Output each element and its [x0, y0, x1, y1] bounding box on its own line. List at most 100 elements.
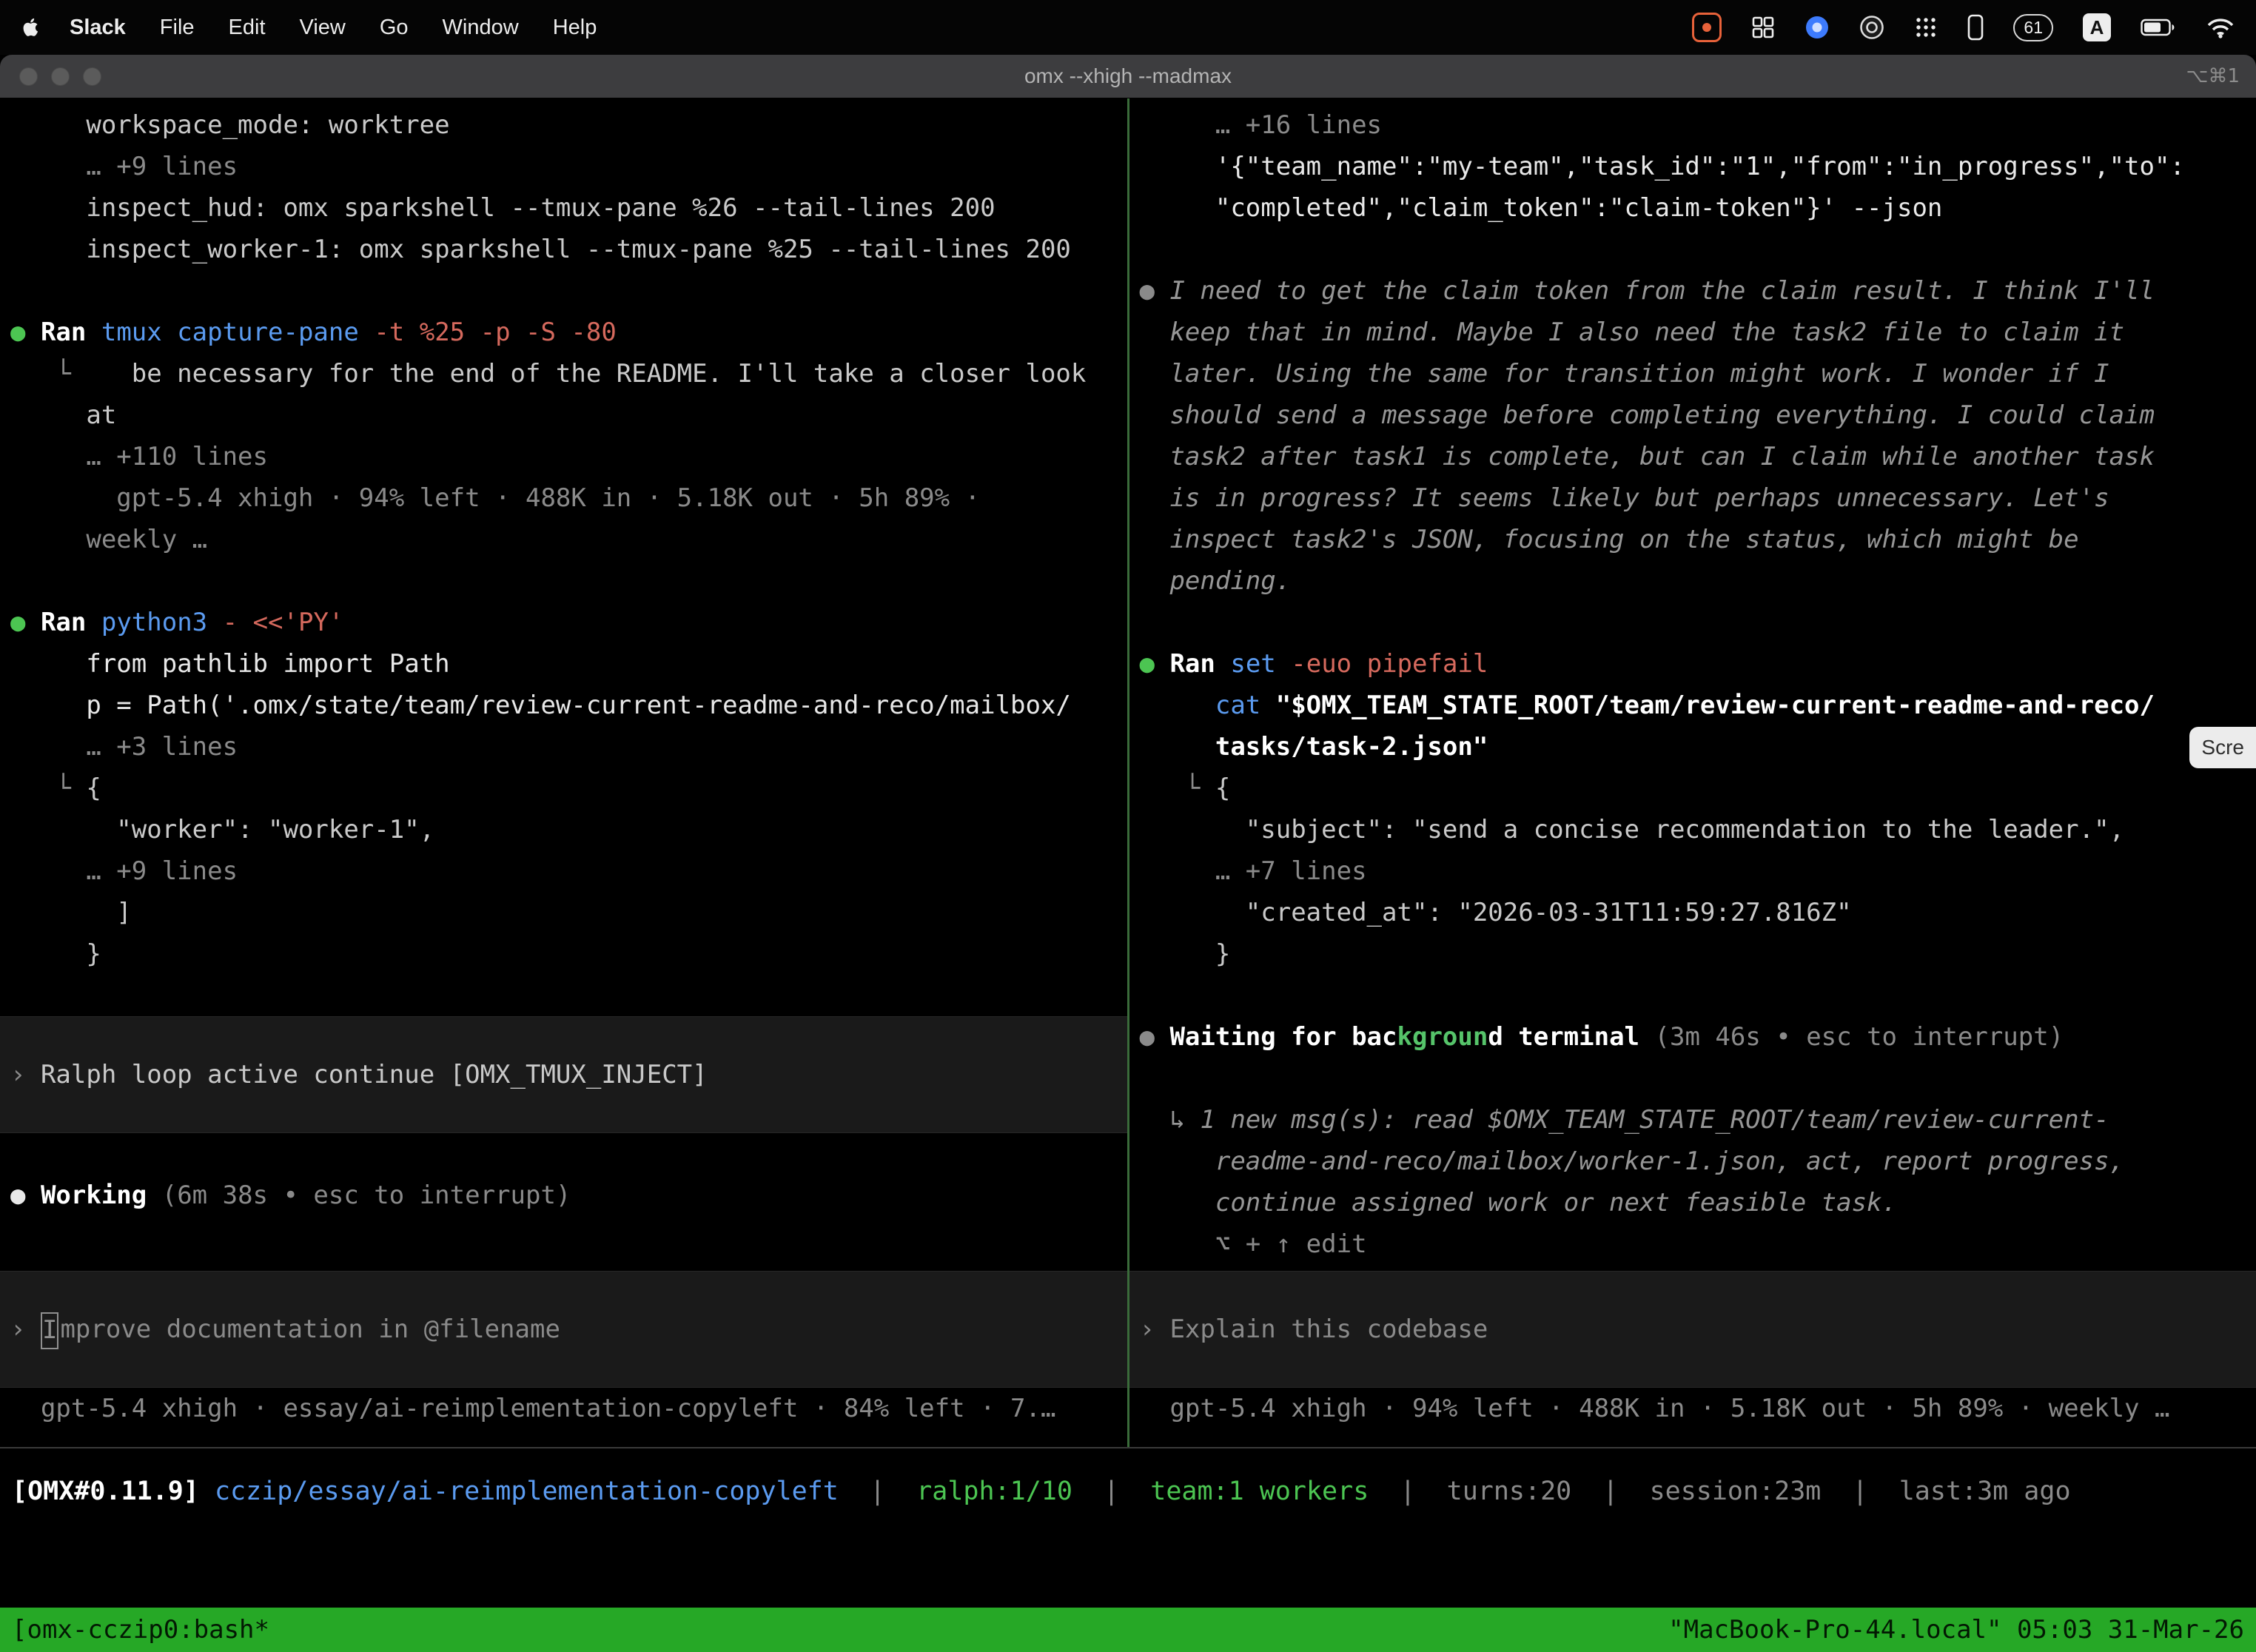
spacer: [0, 975, 1127, 1016]
text-segment: readme-and-reco/mailbox/worker-1.json, a…: [1140, 1146, 2125, 1176]
text-segment: -euo pipefail: [1276, 649, 1488, 679]
prompt-band[interactable]: › Explain this codebase: [1129, 1271, 2256, 1388]
left-pane-bottom: › Improve documentation in @filename gpt…: [0, 1271, 1127, 1429]
terminal-line: continue assigned work or next feasible …: [1129, 1182, 2256, 1223]
terminal-line: ↳ 1 new msg(s): read $OMX_TEAM_STATE_ROO…: [1129, 1099, 2256, 1141]
dots-grid-icon[interactable]: [1914, 16, 1938, 39]
spacer: [1129, 229, 2256, 270]
screen-recording-icon[interactable]: [1692, 13, 1722, 42]
text-segment: is in progress? It seems likely but perh…: [1140, 483, 2109, 513]
text-segment: Ralph loop active continue [OMX_TMUX_INJ…: [41, 1060, 708, 1089]
text-segment: Ran: [41, 608, 86, 637]
terminal-line: "completed","claim_token":"claim-token"}…: [1129, 187, 2256, 229]
terminal-line: }: [0, 933, 1127, 975]
menu-view[interactable]: View: [300, 16, 346, 40]
ring-app-icon[interactable]: [1859, 15, 1884, 40]
spacer: [0, 560, 1127, 602]
text-segment: … +3 lines: [10, 732, 238, 762]
terminal-line: readme-and-reco/mailbox/worker-1.json, a…: [1129, 1141, 2256, 1182]
text-segment: … +9 lines: [10, 856, 238, 886]
text-segment: Ran: [41, 318, 86, 347]
menu-window[interactable]: Window: [443, 16, 519, 40]
terminal-line: └ be necessary for the end of the README…: [0, 353, 1127, 394]
battery-percent-badge[interactable]: 61: [2013, 14, 2053, 41]
text-segment: "$OMX_TEAM_STATE_ROOT/team/review-curren…: [1260, 691, 2155, 720]
terminal-line: ● Ran python3 - <<'PY': [0, 602, 1127, 643]
spacer: [1129, 975, 2256, 1016]
terminal-panes: workspace_mode: worktree … +9 lines insp…: [0, 98, 2256, 1448]
text-segment: "subject": "send a concise recommendatio…: [1140, 815, 2125, 845]
text-segment: "completed","claim_token":"claim-token"}…: [1140, 193, 1943, 223]
menu-help[interactable]: Help: [553, 16, 597, 40]
menu-app-name[interactable]: Slack: [70, 16, 126, 40]
blue-app-icon[interactable]: [1805, 15, 1830, 40]
text-segment: ●: [1140, 276, 1170, 306]
text-segment: [199, 1477, 215, 1506]
terminal-line: later. Using the same for transition mig…: [1129, 353, 2256, 394]
prompt-band[interactable]: › Ralph loop active continue [OMX_TMUX_I…: [0, 1016, 1127, 1133]
text-segment: ›: [1140, 1314, 1170, 1344]
terminal-line: "subject": "send a concise recommendatio…: [1129, 809, 2256, 850]
terminal-line: … +16 lines: [1129, 104, 2256, 146]
text-segment: (3m 46s • esc to interrupt): [1639, 1022, 2064, 1052]
text-segment: Working: [41, 1181, 147, 1210]
terminal-line: workspace_mode: worktree: [0, 104, 1127, 146]
terminal-line: ⌥ + ↑ edit: [1129, 1223, 2256, 1265]
text-segment: (6m 38s • esc to interrupt): [147, 1181, 571, 1210]
text-segment: task2 after task1 is complete, but can I…: [1140, 442, 2155, 471]
text-segment: … +9 lines: [10, 152, 238, 181]
terminal-line: └ {: [0, 768, 1127, 809]
text-segment: be necessary for the end of the README. …: [132, 359, 1087, 389]
terminal-line: … +110 lines: [0, 436, 1127, 477]
terminal-line: should send a message before completing …: [1129, 394, 2256, 436]
wifi-icon[interactable]: [2206, 16, 2235, 38]
terminal-line: tasks/task-2.json": [1129, 726, 2256, 768]
terminal-line: cat "$OMX_TEAM_STATE_ROOT/team/review-cu…: [1129, 685, 2256, 726]
text-segment: "created_at": "2026-03-31T11:59:27.816Z": [1140, 898, 1852, 927]
text-segment: [1215, 649, 1230, 679]
menu-file[interactable]: File: [160, 16, 195, 40]
terminal-line: from pathlib import Path: [0, 643, 1127, 685]
text-segment: session:23m: [1650, 1477, 1822, 1506]
window-titlebar[interactable]: omx --xhigh --madmax ⌥⌘1: [0, 55, 2256, 98]
text-segment: tmux capture-pane: [101, 318, 359, 347]
menu-go[interactable]: Go: [380, 16, 409, 40]
prompt-band[interactable]: › Improve documentation in @filename: [0, 1271, 1127, 1388]
hud-status-line: [OMX#0.11.9] cczip/essay/ai-reimplementa…: [12, 1471, 2244, 1512]
right-pane[interactable]: … +16 lines '{"team_name":"my-team","tas…: [1129, 98, 2256, 1447]
menu-edit[interactable]: Edit: [229, 16, 266, 40]
text-segment: last:3m ago: [1899, 1477, 2071, 1506]
window-title: omx --xhigh --madmax: [0, 64, 2256, 88]
text-segment: later. Using the same for transition mig…: [1140, 359, 2109, 389]
terminal-line: gpt-5.4 xhigh · 94% left · 488K in · 5.1…: [0, 477, 1127, 519]
terminal-line: … +9 lines: [0, 146, 1127, 187]
left-pane[interactable]: workspace_mode: worktree … +9 lines insp…: [0, 98, 1127, 1447]
recording-dot: [1702, 23, 1711, 32]
text-segment: d terminal: [1488, 1022, 1639, 1052]
apple-menu-icon[interactable]: [21, 15, 41, 40]
terminal-line: }: [1129, 933, 2256, 975]
spacer: [1129, 1058, 2256, 1099]
text-segment: kgroun: [1397, 1022, 1488, 1052]
text-segment: |: [1571, 1477, 1649, 1506]
text-segment: tasks/task-2.json": [1140, 732, 1488, 762]
text-segment: gpt-5.4 xhigh · 94% left · 488K in · 5.1…: [1140, 1394, 2170, 1423]
text-segment: Waiting for bac: [1169, 1022, 1397, 1052]
spacer: [0, 1133, 1127, 1175]
grid-app-icon[interactable]: [1751, 16, 1775, 39]
battery-icon[interactable]: [2141, 19, 2176, 36]
input-source-icon[interactable]: A: [2083, 13, 2111, 41]
phone-icon[interactable]: [1967, 14, 1984, 41]
terminal-line: ● I need to get the claim token from the…: [1129, 270, 2256, 312]
terminal-line: … +9 lines: [0, 850, 1127, 892]
text-segment: Explain this codebase: [1169, 1314, 1488, 1344]
text-segment: ●: [10, 608, 41, 637]
text-segment: turns:20: [1447, 1477, 1572, 1506]
text-segment: from pathlib import Path: [10, 649, 450, 679]
terminal-line: pending.: [1129, 560, 2256, 602]
tmux-session-label: [omx-cczip0:bash*: [12, 1615, 269, 1645]
text-segment: "worker": "worker-1",: [10, 815, 434, 845]
screenshot-thumbnail-badge[interactable]: Scre: [2189, 727, 2256, 768]
terminal-line: is in progress? It seems likely but perh…: [1129, 477, 2256, 519]
text-segment: |: [1821, 1477, 1899, 1506]
